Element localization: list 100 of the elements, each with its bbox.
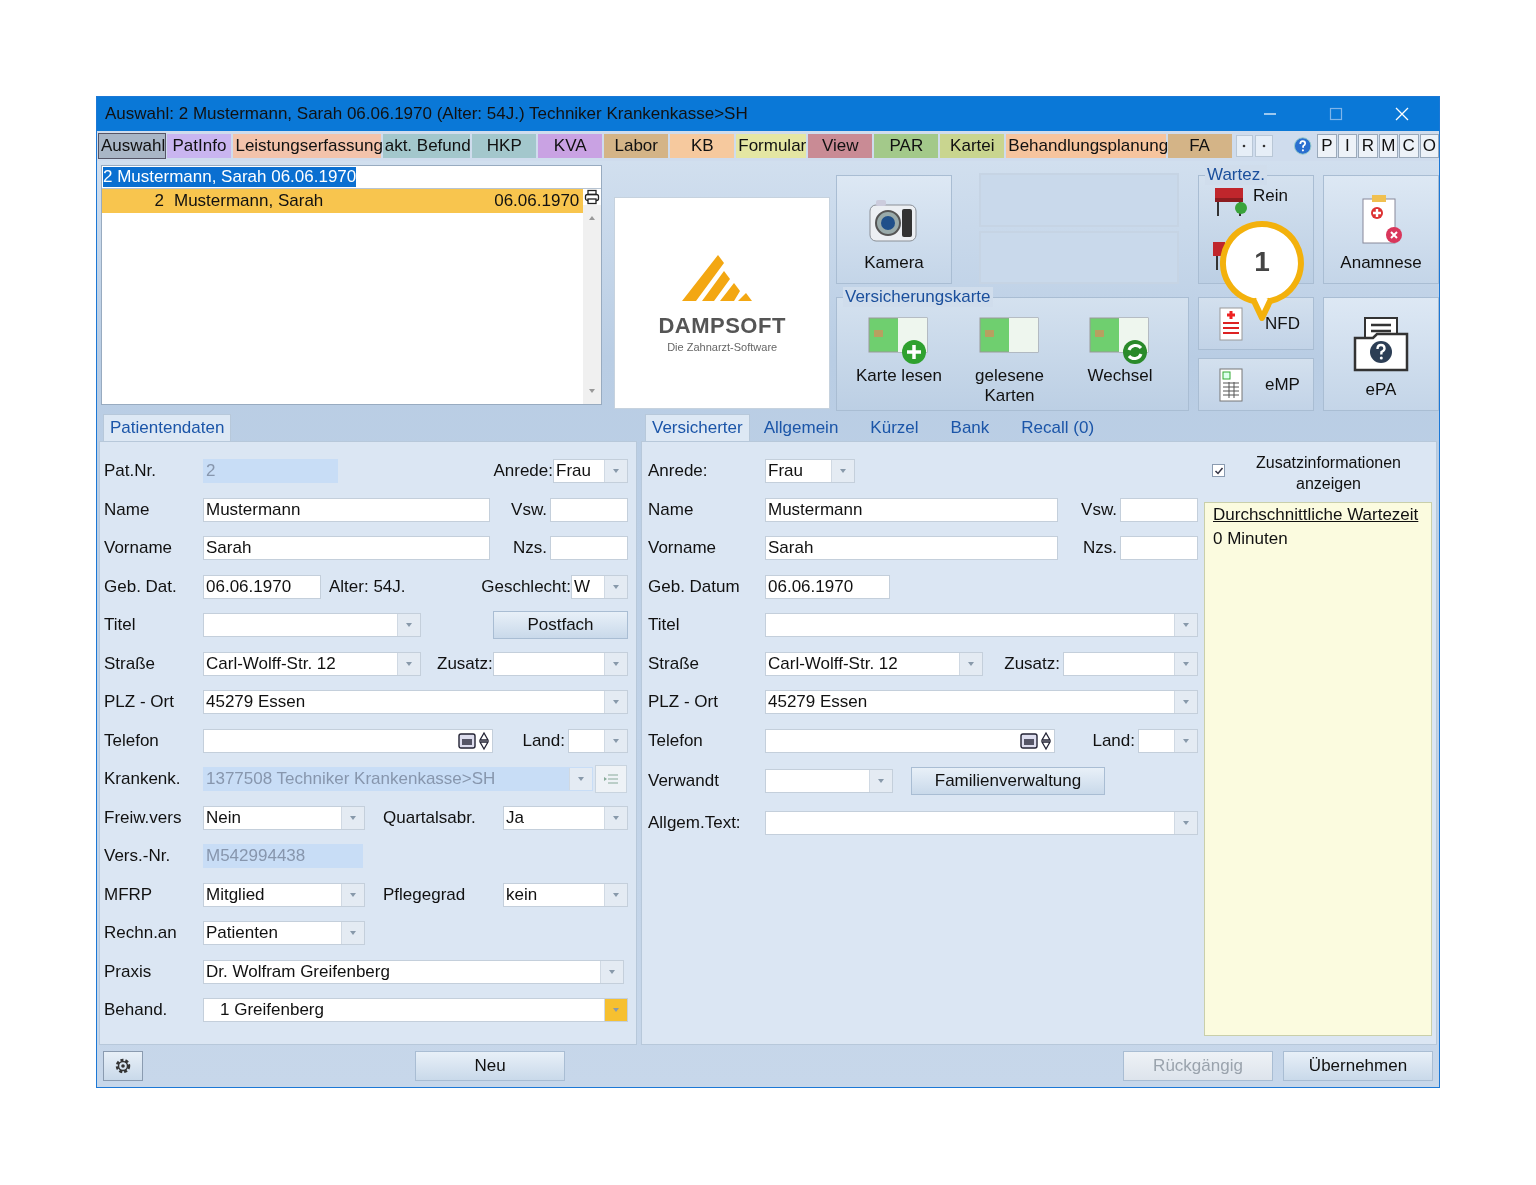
scroll-up-icon[interactable] <box>588 215 597 221</box>
quick-button[interactable]: M <box>1378 134 1398 158</box>
epa-button[interactable]: ePA <box>1323 297 1439 411</box>
field-label: Name <box>648 499 695 520</box>
help-icon[interactable] <box>1292 136 1313 156</box>
field-label: Vers.-Nr. <box>104 846 172 867</box>
scroll-left-icon[interactable] <box>1235 135 1254 157</box>
scroll-right-icon[interactable] <box>1255 135 1273 157</box>
module-tab[interactable]: HKP <box>472 134 537 158</box>
quick-button[interactable]: O <box>1419 134 1439 158</box>
text-field[interactable]: Mustermann <box>203 497 490 522</box>
field-label: Name <box>104 499 151 520</box>
maximize-icon[interactable] <box>1329 107 1343 121</box>
settings-button[interactable] <box>103 1051 143 1081</box>
panel-tab[interactable]: Allgemein <box>757 415 845 441</box>
phone-field[interactable] <box>203 728 493 753</box>
quick-button[interactable]: P <box>1317 134 1337 158</box>
panel-tab[interactable]: Bank <box>944 415 996 441</box>
dropdown-field[interactable]: Dr. Wolfram Greifenberg <box>203 959 624 984</box>
panel-tab[interactable]: Patientendaten <box>103 414 232 441</box>
camera-button[interactable]: Kamera <box>836 175 952 284</box>
dropdown-field[interactable]: Frau <box>553 459 628 484</box>
module-tab[interactable]: Auswahl <box>99 134 166 158</box>
dropdown-field[interactable]: Frau <box>765 459 855 484</box>
card-button[interactable]: Karte lesen <box>847 314 951 406</box>
field-label: Telefon <box>104 730 160 751</box>
dropdown-field[interactable]: W <box>571 574 628 599</box>
scroll-down-icon[interactable] <box>588 388 597 394</box>
module-tab[interactable]: KB <box>670 134 735 158</box>
text-field[interactable] <box>1120 497 1198 522</box>
field-label: Zusatz: <box>1004 653 1060 674</box>
module-tab[interactable]: KVA <box>538 134 603 158</box>
module-tab[interactable]: Labor <box>604 134 669 158</box>
dropdown-field[interactable] <box>492 651 628 676</box>
text-field[interactable] <box>1120 536 1198 561</box>
close-icon[interactable] <box>1395 107 1409 121</box>
quick-button[interactable]: I <box>1337 134 1358 158</box>
document-icon <box>1219 306 1243 341</box>
module-tab[interactable]: akt. Befund <box>382 134 471 158</box>
new-button[interactable]: Neu <box>415 1051 565 1081</box>
dropdown-field[interactable]: Patienten <box>203 921 365 946</box>
field-label: Vsw. <box>1081 499 1117 520</box>
dropdown-field[interactable] <box>765 769 893 793</box>
waiting-in-button[interactable]: Rein <box>1213 184 1288 218</box>
dropdown-field[interactable] <box>1138 728 1198 753</box>
quick-button[interactable]: C <box>1399 134 1419 158</box>
field-label: PLZ - Ort <box>648 692 719 713</box>
dropdown-field[interactable] <box>568 728 628 753</box>
list-button[interactable] <box>595 765 627 794</box>
text-field[interactable]: Mustermann <box>765 497 1058 522</box>
module-tab[interactable]: PAR <box>874 134 939 158</box>
module-tab[interactable]: View <box>808 134 873 158</box>
printer-icon[interactable] <box>584 189 601 205</box>
module-tab[interactable]: Behandlungsplanung <box>1006 134 1166 158</box>
text-field[interactable]: 06.06.1970 <box>765 574 890 599</box>
text-field[interactable]: 06.06.1970 <box>203 574 321 599</box>
panel-tab[interactable]: Versicherter <box>645 414 750 441</box>
dropdown-field[interactable]: Nein <box>203 805 365 830</box>
phone-field[interactable] <box>765 728 1055 753</box>
panel-tab[interactable]: Kürzel <box>864 415 925 441</box>
module-tab[interactable]: Leistungserfassung <box>233 134 381 158</box>
field-label: Quartalsabr. <box>383 807 476 828</box>
dropdown-field[interactable] <box>765 613 1198 638</box>
emp-button[interactable]: eMP <box>1198 358 1314 411</box>
family-button[interactable]: Familienverwaltung <box>911 767 1105 795</box>
dropdown-field[interactable]: 45279 Essen <box>203 690 628 715</box>
card-button[interactable]: Wechsel <box>1068 314 1172 406</box>
field-label: Straße <box>104 653 157 674</box>
quick-button[interactable]: R <box>1358 134 1378 158</box>
checkbox[interactable] <box>1212 464 1225 477</box>
postbox-button[interactable]: Postfach <box>493 611 628 640</box>
dropdown-field[interactable]: Carl-Wolff-Str. 12 <box>765 651 983 676</box>
text-field[interactable]: Sarah <box>203 536 490 561</box>
module-tab[interactable]: Formular <box>736 134 807 158</box>
text-field[interactable] <box>550 497 628 522</box>
card-button[interactable]: gelesene Karten <box>957 314 1062 406</box>
scrollbar[interactable] <box>583 205 602 404</box>
module-tab[interactable]: PatInfo <box>167 134 232 158</box>
dropdown-field[interactable] <box>203 613 421 638</box>
text-field[interactable]: Sarah <box>765 536 1058 561</box>
anamnesis-button[interactable]: Anamnese <box>1323 175 1439 284</box>
dropdown-field[interactable] <box>765 811 1198 835</box>
field-label: Krankenk. <box>104 769 182 790</box>
text-field[interactable] <box>550 536 628 561</box>
dropdown-field[interactable]: kein <box>503 882 628 907</box>
panel-tab[interactable]: Recall (0) <box>1015 415 1101 441</box>
dropdown-field[interactable] <box>1063 651 1198 676</box>
field-label: Alter: 54J. <box>329 576 406 597</box>
field-label: Anrede: <box>493 461 553 482</box>
nfd-button[interactable]: NFD <box>1198 297 1314 350</box>
dropdown-field[interactable]: Mitglied <box>203 882 365 907</box>
dropdown-field[interactable]: 45279 Essen <box>765 690 1198 715</box>
dropdown-field[interactable]: Ja <box>503 805 628 830</box>
module-tab[interactable]: FA <box>1167 134 1232 158</box>
dropdown-field[interactable]: 1 Greifenberg <box>203 998 628 1023</box>
dropdown-field[interactable]: Carl-Wolff-Str. 12 <box>203 651 421 676</box>
patient-row[interactable]: 2 Mustermann, Sarah 06.06.1970 <box>102 189 584 213</box>
field-label: Allgem.Text: <box>648 813 742 833</box>
module-tab[interactable]: Kartei <box>940 134 1005 158</box>
apply-button[interactable]: Übernehmen <box>1283 1051 1433 1081</box>
